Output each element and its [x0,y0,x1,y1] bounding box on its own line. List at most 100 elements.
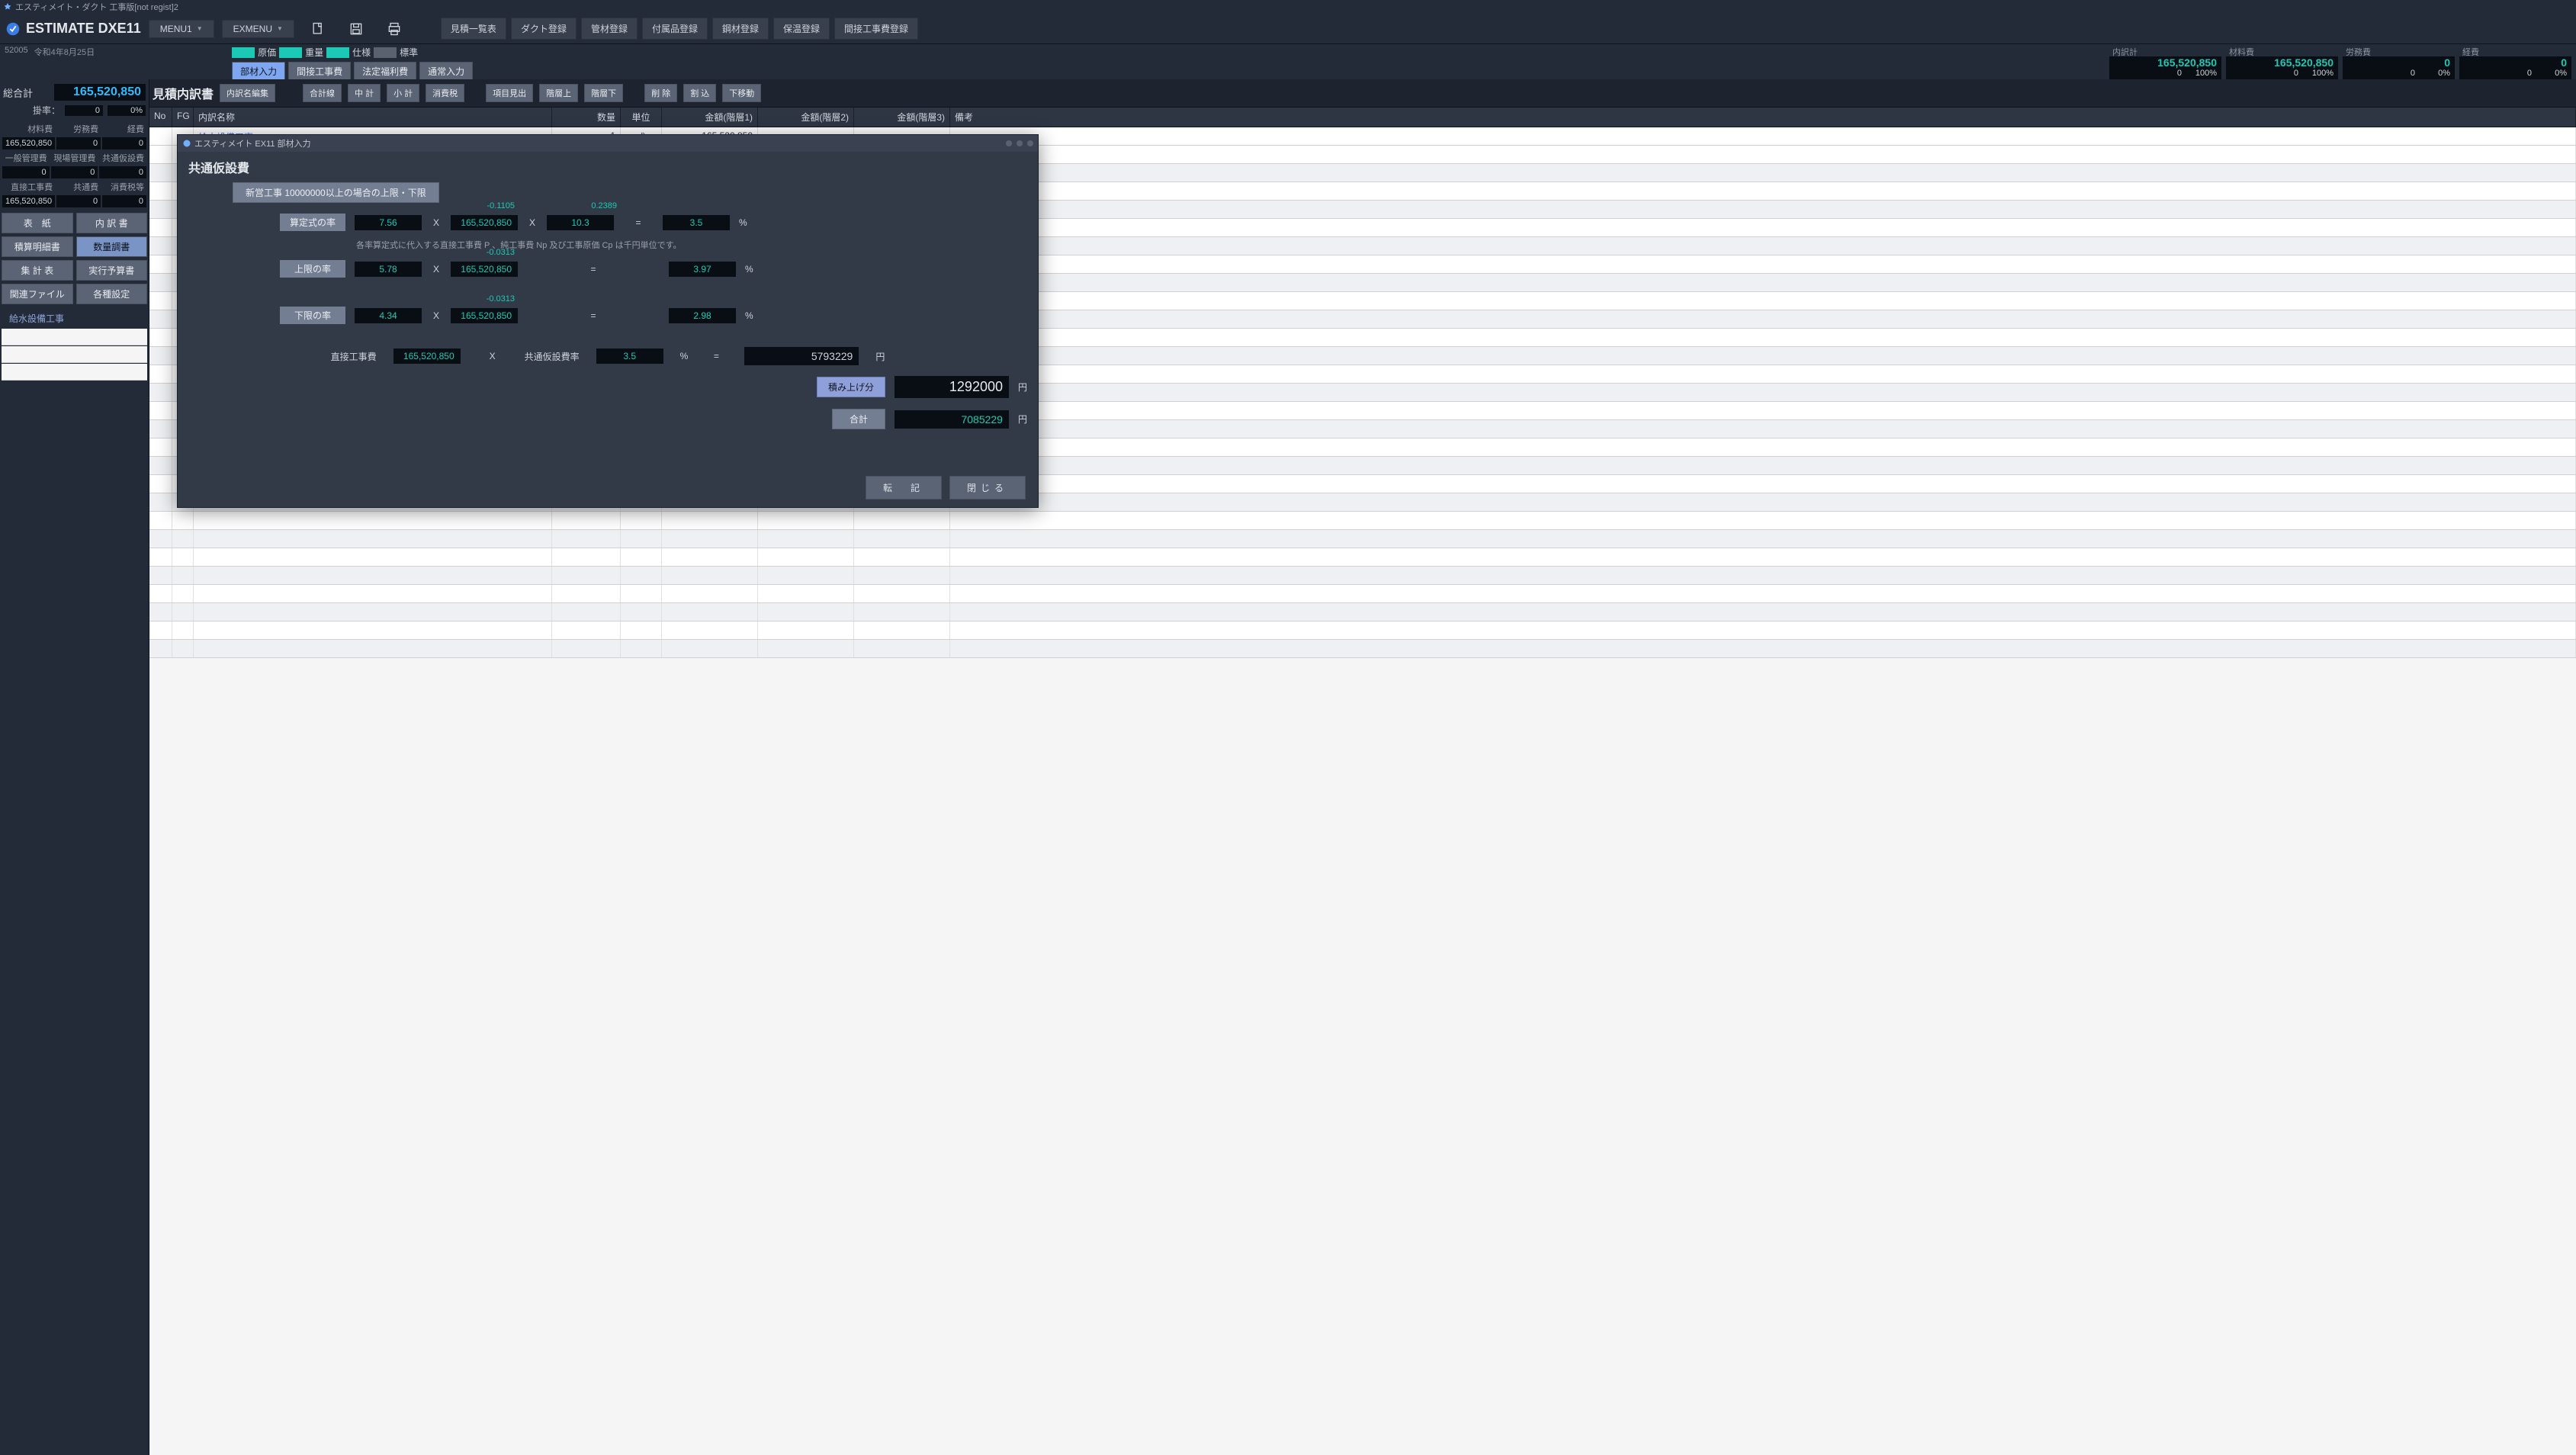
top-btn-1[interactable]: ダクト登録 [511,18,577,40]
sb-btn-exec-budget[interactable]: 実行予算書 [76,260,148,281]
calc-main-b[interactable]: 165,520,850 [451,215,518,230]
table-row[interactable] [149,585,2576,603]
metric-expense: 経費 0 00% [2459,46,2571,81]
app-header: ESTIMATE DXE11 MENU1▼ EXMENU▼ 見積一覧表 ダクト登… [0,14,2576,44]
project-code: 52005 [5,46,28,58]
table-row[interactable] [149,640,2576,658]
info-row: 52005 令和4年8月25日 原価 重量 仕様 標準 部材入力 間接工事費 法… [0,44,2576,79]
metric-labor: 労務費 0 00% [2343,46,2455,81]
top-btn-6[interactable]: 間接工事費登録 [834,18,918,40]
tb-tax[interactable]: 消費税 [426,84,464,102]
tb-level-up[interactable]: 階層上 [539,84,578,102]
sidebar-total-value: 165,520,850 [54,84,146,101]
table-row[interactable] [149,603,2576,622]
sidebar-tree-item[interactable]: 給水設備工事 [2,309,147,328]
sb-btn-settings[interactable]: 各種設定 [76,284,148,304]
window-minimize-icon[interactable] [1006,140,1012,146]
table-row[interactable] [149,530,2576,548]
direct-cost-val: 165,520,850 [393,348,461,364]
save-button[interactable] [342,18,371,40]
calc-upper-b[interactable]: 165,520,850 [451,262,518,277]
close-button[interactable]: 閉じる [949,476,1026,499]
tb-heading[interactable]: 項目見出 [486,84,533,102]
table-header: No FG 内訳名称 数量 単位 金額(階層1) 金額(階層2) 金額(階層3)… [149,107,2576,127]
mode-normal-input[interactable]: 通常入力 [419,62,473,81]
dialog-logo-icon [182,139,191,148]
top-btn-2[interactable]: 管材登録 [581,18,638,40]
calc-label-lower: 下限の率 [280,307,345,324]
sb-btn-estimate-detail[interactable]: 積算明細書 [2,236,73,257]
sb-btn-quantity-report[interactable]: 数量調書 [76,236,148,257]
legend-cost[interactable]: 原価 [232,46,276,59]
stack-val: 1292000 [895,376,1009,398]
tb-insert[interactable]: 割 込 [683,84,716,102]
table-row[interactable] [149,548,2576,567]
sb-btn-cover[interactable]: 表 紙 [2,213,73,233]
exmenu-dropdown[interactable]: EXMENU▼ [222,20,294,38]
main: 見積内訳書 内訳名編集 合計線 中 計 小 計 消費税 項目見出 階層上 階層下… [149,79,2576,1455]
chevron-down-icon: ▼ [277,25,283,32]
rate-val[interactable]: 3.5 [596,348,663,364]
metric-breakdown-total: 内訳計 165,520,850 0100% [2109,46,2221,81]
tb-move-down[interactable]: 下移動 [722,84,761,102]
legend-spec[interactable]: 仕様 [326,46,371,59]
legend-standard[interactable]: 標準 [374,46,418,59]
common-temp-cost-dialog: エスティメイト EX11 部材入力 共通仮設費 新営工事 10000000以上の… [177,134,1039,508]
window-maximize-icon[interactable] [1017,140,1023,146]
sb-btn-related-files[interactable]: 関連ファイル [2,284,73,304]
brand-logo-icon [5,21,21,37]
sidebar-rate-label: 掛率： [33,104,60,117]
stack-button[interactable]: 積み上げ分 [817,377,885,397]
sidebar-blank-row [2,346,147,363]
metric-material: 材料費 165,520,850 0100% [2226,46,2338,81]
dialog-heading: 共通仮設費 [188,158,1027,176]
metric-boxes: 内訳計 165,520,850 0100% 材料費 165,520,850 01… [2109,44,2571,81]
window-close-icon[interactable] [1027,140,1033,146]
tb-total-line[interactable]: 合計線 [303,84,342,102]
top-btn-5[interactable]: 保温登録 [773,18,830,40]
total-val: 7085229 [895,410,1009,429]
legend-weight[interactable]: 重量 [279,46,323,59]
sidebar-total-label: 総合計 [3,85,33,100]
mode-indirect-cost[interactable]: 間接工事費 [288,62,351,81]
calc-lower-b[interactable]: 165,520,850 [451,308,518,323]
page-title: 見積内訳書 [153,84,214,102]
new-document-button[interactable] [304,18,332,40]
project-date: 令和4年8月25日 [34,46,95,58]
brand: ESTIMATE DXE11 [5,21,141,37]
dialog-title-bar[interactable]: エスティメイト EX11 部材入力 [178,135,1038,152]
calc-label-upper: 上限の率 [280,260,345,278]
calc-label-main: 算定式の率 [280,214,345,231]
calc-main-c[interactable]: 10.3 [547,215,614,230]
sidebar: 総合計 165,520,850 掛率： 0 0% 材料費 労務費 経費 165,… [0,79,149,1455]
window-title-text: エスティメイト・ダクト 工事版[not regist]2 [15,1,178,13]
top-btn-0[interactable]: 見積一覧表 [441,18,506,40]
brand-text: ESTIMATE DXE11 [26,21,141,37]
app-logo-icon [3,2,12,11]
chevron-down-icon: ▼ [197,25,203,32]
post-button[interactable]: 転 記 [866,476,942,499]
mode-legal-welfare[interactable]: 法定福利費 [354,62,416,81]
tb-sub-total[interactable]: 小 計 [387,84,419,102]
condition-pill[interactable]: 新営工事 10000000以上の場合の上限・下限 [233,182,439,203]
table-row[interactable] [149,512,2576,530]
top-btn-4[interactable]: 鋼材登録 [712,18,769,40]
menu1-dropdown[interactable]: MENU1▼ [149,20,214,38]
sb-btn-summary[interactable]: 集 計 表 [2,260,73,281]
window-title-bar: エスティメイト・ダクト 工事版[not regist]2 [0,0,2576,14]
table-row[interactable] [149,567,2576,585]
tb-mid-total[interactable]: 中 計 [348,84,381,102]
mode-parts-input[interactable]: 部材入力 [232,62,285,81]
calc-upper-a[interactable]: 5.78 [355,262,422,277]
tb-level-down[interactable]: 階層下 [584,84,623,102]
tb-delete[interactable]: 削 除 [644,84,677,102]
calc-main-res: 3.5 [663,215,730,230]
sidebar-blank-row [2,364,147,381]
sb-btn-breakdown[interactable]: 内 訳 書 [76,213,148,233]
table-row[interactable] [149,622,2576,640]
calc-main-a[interactable]: 7.56 [355,215,422,230]
tb-edit-name[interactable]: 内訳名編集 [220,84,275,102]
calc-lower-a[interactable]: 4.34 [355,308,422,323]
top-btn-3[interactable]: 付属品登録 [642,18,708,40]
print-button[interactable] [380,18,409,40]
